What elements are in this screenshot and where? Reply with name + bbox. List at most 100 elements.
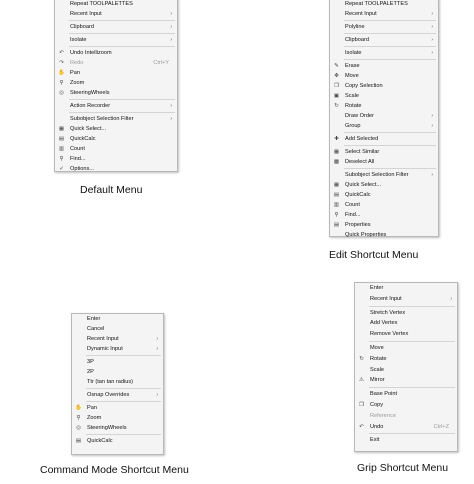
menu-item-count[interactable]: ▥ Count	[330, 200, 438, 210]
menu-item-recent-input[interactable]: Recent Input ›	[355, 294, 457, 305]
menu-item-pan[interactable]: ✋ Pan	[55, 68, 177, 78]
menu-item-exit[interactable]: Exit	[355, 435, 457, 446]
menu-item-enter[interactable]: Enter	[355, 283, 457, 294]
submenu-arrow-icon: ›	[431, 11, 433, 17]
menu-item-label: Repeat TOOLPALETTES	[70, 1, 133, 7]
menu-item-pan[interactable]: ✋ Pan	[72, 403, 163, 413]
menu-item-subobject-selection-filter[interactable]: Subobject Selection Filter ›	[55, 114, 177, 124]
menu-item-label: Pan	[87, 405, 97, 411]
menu-item-mirror[interactable]: ⚠ Mirror	[355, 375, 457, 386]
menu-item-label: Add Selected	[345, 136, 379, 142]
menu-item-label: Base Point	[370, 391, 398, 398]
menu-item-copy[interactable]: ❐ Copy	[355, 400, 457, 411]
menu-item-subobject-selection-filter[interactable]: Subobject Selection Filter ›	[330, 170, 438, 180]
properties-icon: ▤	[333, 222, 340, 228]
menu-item-remove-vertex[interactable]: Remove Vertex	[355, 329, 457, 340]
menu-item-osnap-overrides[interactable]: Osnap Overrides ›	[72, 390, 163, 400]
menu-item-ttr-tan-tan-radius[interactable]: Ttr (tan tan radius)	[72, 377, 163, 387]
menu-item-scale[interactable]: Scale	[355, 365, 457, 376]
command-mode-shortcut-menu: Enter Cancel Recent Input › Dynamic Input › 3P…	[71, 313, 164, 455]
menu-item-copy-selection[interactable]: ❐ Copy Selection	[330, 81, 438, 91]
steering-wheel-icon: ◎	[76, 425, 81, 431]
menu-item-stretch-vertex[interactable]: Stretch Vertex	[355, 308, 457, 319]
calculator-icon: ▤	[75, 438, 82, 444]
menu-item-erase[interactable]: ✎ Erase	[330, 61, 438, 71]
submenu-arrow-icon: ›	[450, 295, 452, 302]
menu-item-label: Count	[345, 202, 360, 208]
menu-separator	[86, 355, 161, 356]
copy-icon: ❐	[334, 83, 339, 89]
find-icon: ⚲	[59, 156, 64, 162]
menu-item-isolate[interactable]: Isolate ›	[55, 35, 177, 45]
menu-item-find[interactable]: ⚲ Find...	[330, 210, 438, 220]
menu-item-move[interactable]: ✥ Move	[330, 71, 438, 81]
submenu-arrow-icon: ›	[431, 113, 433, 119]
command-menu-caption: Command Mode Shortcut Menu	[40, 464, 189, 476]
submenu-arrow-icon: ›	[431, 123, 433, 129]
menu-item-label: Erase	[345, 63, 360, 69]
menu-item-clipboard[interactable]: Clipboard ›	[55, 22, 177, 32]
menu-item-clipboard[interactable]: Clipboard ›	[330, 35, 438, 45]
menu-item-reference: Reference	[355, 411, 457, 422]
menu-item-label: Select Similar	[345, 149, 380, 155]
menu-item-quick-properties[interactable]: Quick Properties	[330, 230, 438, 240]
menu-item-rotate[interactable]: ↻ Rotate	[330, 101, 438, 111]
menu-separator	[69, 20, 175, 21]
menu-item-dynamic-input[interactable]: Dynamic Input ›	[72, 344, 163, 354]
menu-item-add-selected[interactable]: ✚ Add Selected	[330, 134, 438, 144]
menu-item-steeringwheels[interactable]: ◎ SteeringWheels	[55, 88, 177, 98]
menu-item-count[interactable]: ▥ Count	[55, 144, 177, 154]
menu-item-3p[interactable]: 3P	[72, 357, 163, 367]
menu-item-label: Ttr (tan tan radius)	[87, 379, 134, 385]
menu-item-quickcalc[interactable]: ▤ QuickCalc	[72, 436, 163, 446]
quick-select-icon: ▦	[58, 126, 65, 132]
menu-item-options[interactable]: ✓ Options...	[55, 164, 177, 174]
menu-item-label: Subobject Selection Filter	[345, 172, 409, 178]
menu-item-2p[interactable]: 2P	[72, 367, 163, 377]
menu-item-quick-select[interactable]: ▦ Quick Select...	[330, 180, 438, 190]
menu-item-group[interactable]: Group ›	[330, 121, 438, 131]
menu-item-isolate[interactable]: Isolate ›	[330, 48, 438, 58]
menu-separator	[69, 99, 175, 100]
menu-item-label: Copy	[370, 401, 384, 408]
menu-item-repeat-toolpalettes[interactable]: Repeat TOOLPALETTES	[55, 0, 177, 9]
pan-hand-icon: ✋	[75, 405, 82, 411]
menu-item-deselect-all[interactable]: ▩ Deselect All	[330, 157, 438, 167]
menu-item-recent-input[interactable]: Recent Input ›	[55, 9, 177, 19]
menu-item-label: Move	[370, 344, 384, 351]
menu-item-label: Scale	[370, 366, 384, 373]
menu-separator	[344, 59, 436, 60]
menu-item-repeat-toolpalettes[interactable]: Repeat TOOLPALETTES	[330, 0, 438, 9]
menu-item-properties[interactable]: ▤ Properties	[330, 220, 438, 230]
menu-item-label: Action Recorder	[70, 103, 111, 109]
menu-item-scale[interactable]: ▣ Scale	[330, 91, 438, 101]
menu-item-steeringwheels[interactable]: ◎ SteeringWheels	[72, 423, 163, 433]
menu-item-action-recorder[interactable]: Action Recorder ›	[55, 101, 177, 111]
menu-item-label: Reference	[370, 412, 396, 419]
menu-item-polyline[interactable]: Polyline ›	[330, 22, 438, 32]
menu-item-zoom[interactable]: ⚲ Zoom	[55, 78, 177, 88]
menu-item-label: Zoom	[70, 80, 85, 86]
menu-item-move[interactable]: Move	[355, 343, 457, 354]
menu-item-rotate[interactable]: ↻ Rotate	[355, 354, 457, 365]
menu-separator	[344, 145, 436, 146]
menu-item-quick-select[interactable]: ▦ Quick Select...	[55, 124, 177, 134]
menu-item-label: Polyline	[345, 24, 365, 30]
menu-item-undo-intellizoom[interactable]: ↶ Undo Intellizoom	[55, 48, 177, 58]
menu-item-find[interactable]: ⚲ Find...	[55, 154, 177, 164]
menu-item-base-point[interactable]: Base Point	[355, 389, 457, 400]
menu-item-label: SteeringWheels	[70, 90, 110, 96]
edit-menu-caption: Edit Shortcut Menu	[329, 249, 419, 261]
menu-item-label: 3P	[87, 359, 94, 365]
menu-item-quickcalc[interactable]: ▤ QuickCalc	[330, 190, 438, 200]
menu-item-draw-order[interactable]: Draw Order ›	[330, 111, 438, 121]
menu-item-recent-input[interactable]: Recent Input ›	[330, 9, 438, 19]
menu-item-add-vertex[interactable]: Add Vertex	[355, 318, 457, 329]
menu-item-recent-input[interactable]: Recent Input ›	[72, 334, 163, 344]
menu-item-select-similar[interactable]: ▦ Select Similar	[330, 147, 438, 157]
menu-item-zoom[interactable]: ⚲ Zoom	[72, 413, 163, 423]
menu-item-undo[interactable]: ↶ Undo Ctrl+Z	[355, 422, 457, 433]
menu-item-enter[interactable]: Enter	[72, 314, 163, 324]
menu-item-quickcalc[interactable]: ▤ QuickCalc	[55, 134, 177, 144]
menu-item-cancel[interactable]: Cancel	[72, 324, 163, 334]
